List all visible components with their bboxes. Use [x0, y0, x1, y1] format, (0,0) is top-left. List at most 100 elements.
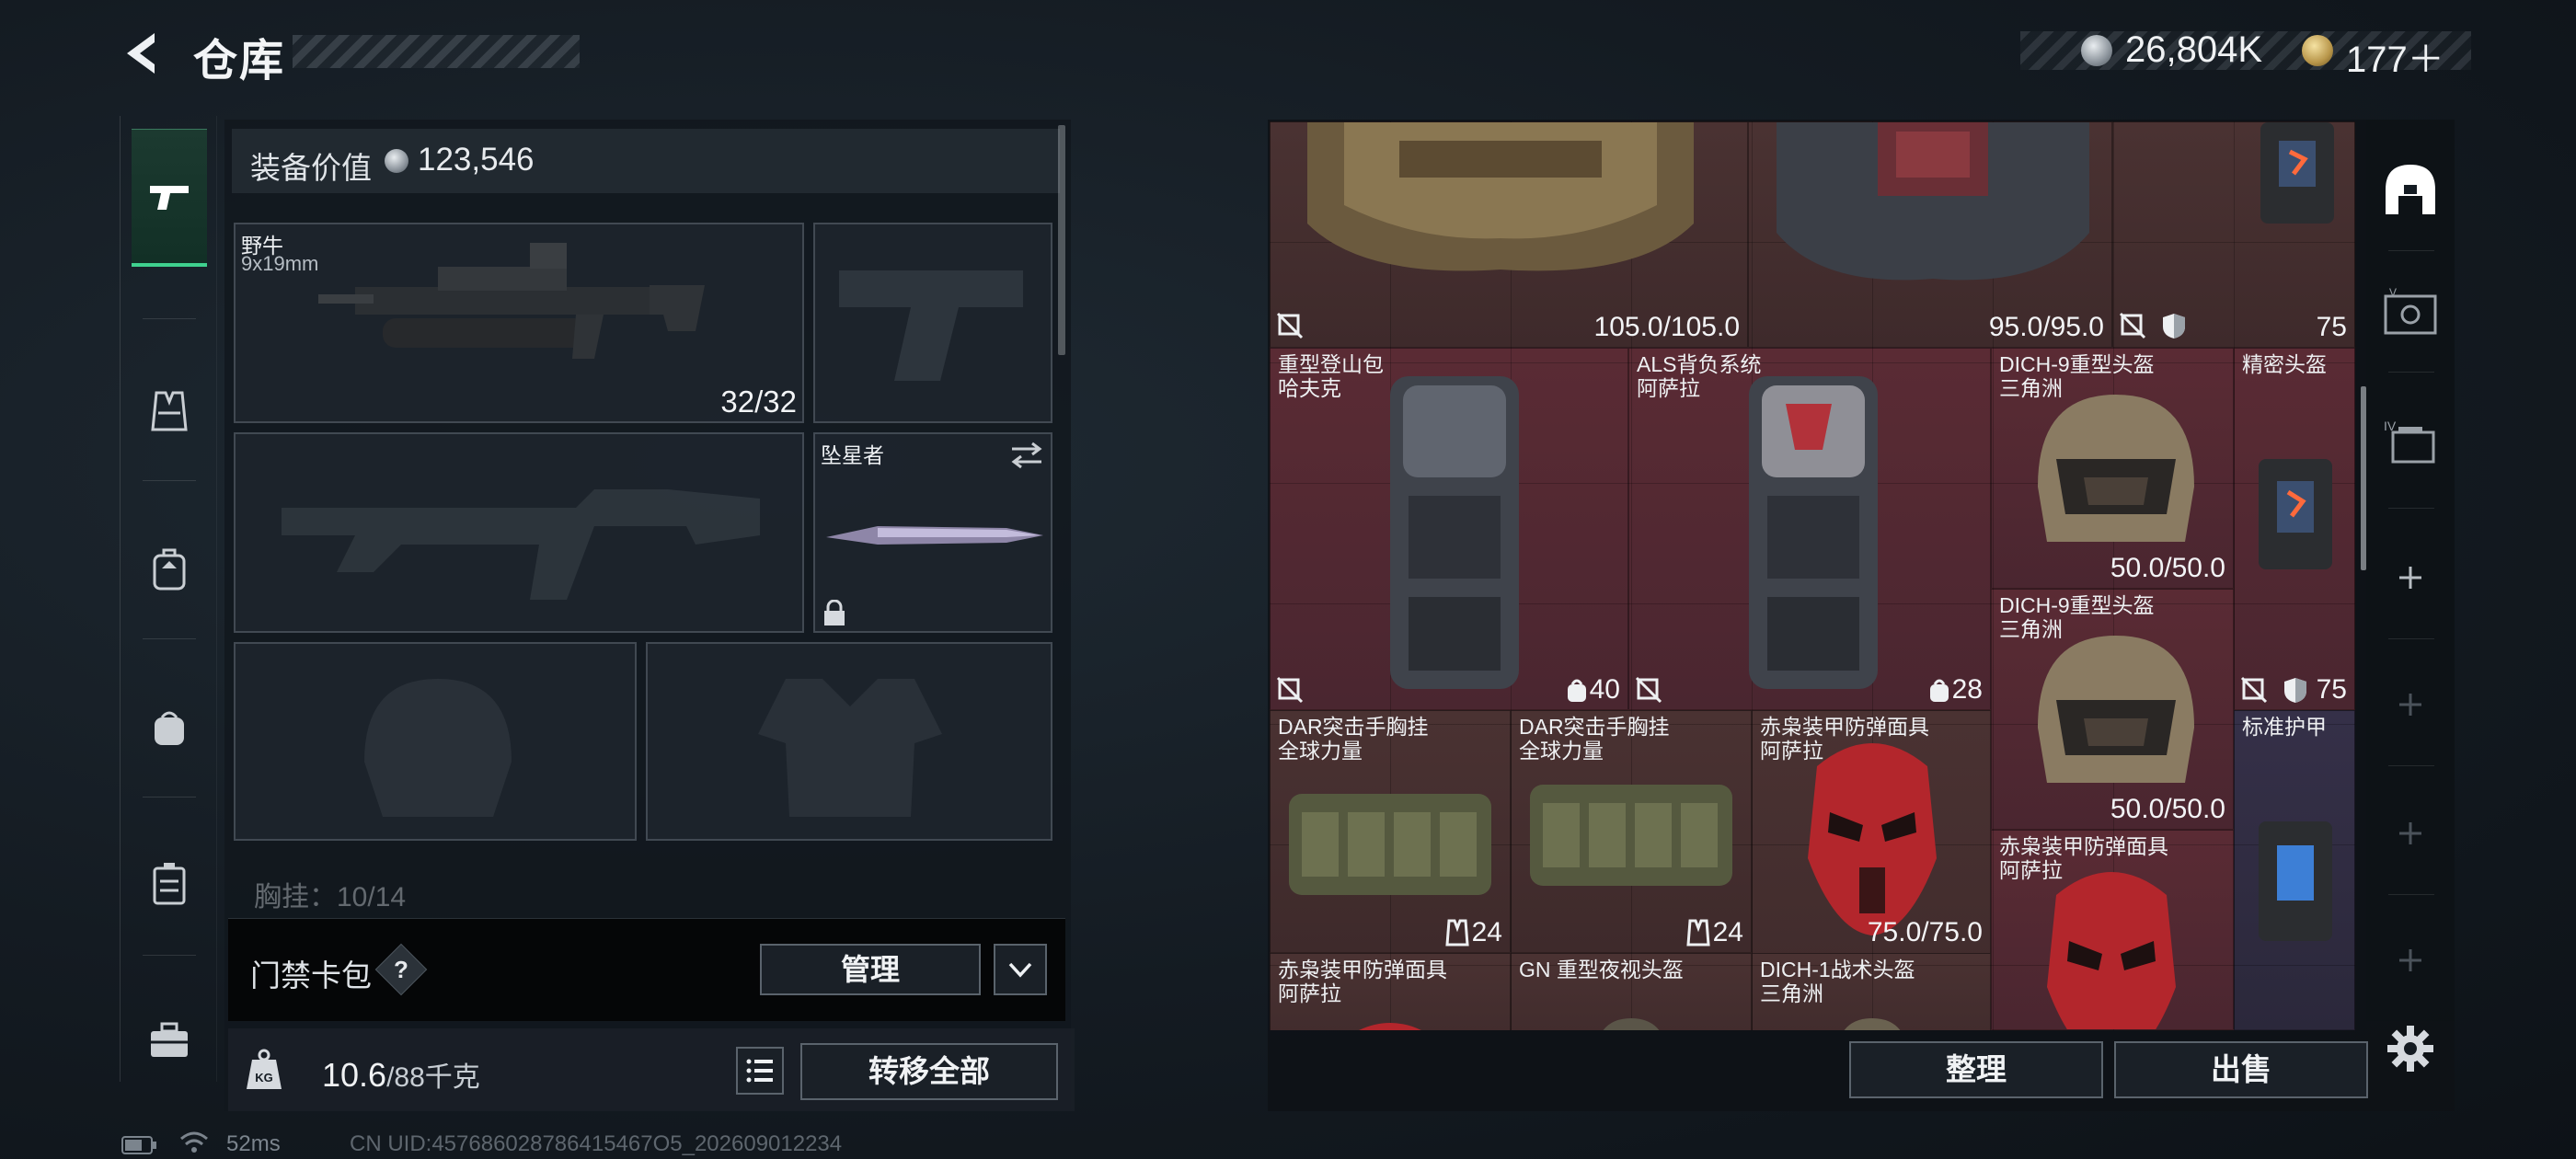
item-maker: 阿萨拉	[1637, 376, 1700, 400]
rail-item-weapons[interactable]	[132, 129, 207, 267]
money-value: 26,804K	[2125, 29, 2263, 70]
settings-button[interactable]	[2379, 1017, 2442, 1080]
stash-item-armor-b[interactable]: 95.0/95.0	[1748, 121, 2112, 348]
case-icon	[153, 863, 186, 905]
helmet-tactical-icon	[1844, 1018, 1901, 1030]
armor-slot[interactable]	[646, 642, 1052, 841]
manage-dropdown-button[interactable]	[994, 944, 1047, 995]
item-name: DICH-9重型头盔	[1999, 352, 2155, 376]
hafu-coin-icon	[385, 149, 408, 173]
stash-item-mask-3[interactable]: 赤枭装甲防弹面具 阿萨拉	[1270, 953, 1511, 1030]
stash-item-armor-a[interactable]: 105.0/105.0	[1270, 121, 1748, 348]
armor-silhouette-icon	[758, 679, 942, 817]
storage-tab-main[interactable]	[2379, 158, 2442, 221]
item-durability: 95.0/95.0	[1988, 312, 2104, 342]
storage-tab-transfer[interactable]: V	[2379, 281, 2442, 344]
shield-icon	[2284, 678, 2306, 703]
item-capacity: 28	[1951, 674, 1983, 705]
add-storage-button[interactable]	[2379, 802, 2442, 865]
item-capacity: 24	[1471, 917, 1502, 947]
briefcase-icon	[151, 1022, 188, 1057]
transfer-all-button[interactable]: 转移全部	[800, 1043, 1058, 1100]
stash-item-armor-std[interactable]: 标准护甲	[2234, 710, 2355, 1030]
vest-capacity-icon	[1445, 919, 1469, 947]
chest-rig-green-icon	[1530, 785, 1732, 886]
stash-item-nvg-helmet[interactable]: GN 重型夜视头盔	[1511, 953, 1752, 1030]
item-name: GN 重型夜视头盔	[1519, 958, 1684, 981]
stash-item-helmet-2[interactable]: DICH-9重型头盔 三角洲 50.0/50.0	[1991, 589, 2234, 830]
stash-item-tactical-helmet[interactable]: DICH-1战术头盔 三角洲	[1752, 953, 1991, 1030]
list-view-button[interactable]	[736, 1047, 784, 1095]
stash-grid[interactable]: 105.0/105.0 95.0/95.0 75 重型登山包 哈夫克 40 AL…	[1270, 121, 2355, 1030]
svg-text:V: V	[2389, 287, 2397, 299]
item-name: 重型登山包	[1278, 352, 1384, 376]
weight-current: 10.6	[322, 1056, 387, 1094]
bag-icon	[155, 711, 184, 745]
item-name: 赤枭装甲防弹面具	[1999, 834, 2168, 858]
plus-icon	[2399, 694, 2421, 716]
rail-item-chest-rig[interactable]	[132, 342, 207, 480]
no-insure-icon	[2240, 676, 2268, 704]
back-button[interactable]	[118, 26, 173, 81]
stash-item-backpack-2[interactable]: ALS背负系统 阿萨拉 28	[1628, 348, 1991, 710]
backpack-icon	[153, 548, 186, 591]
rail-item-pouch[interactable]	[132, 815, 207, 953]
stash-item-rig-2[interactable]: DAR突击手胸挂 全球力量 24	[1511, 710, 1752, 953]
stash-item-backpack-1[interactable]: 重型登山包 哈夫克 40	[1270, 348, 1628, 710]
equip-value-label: 装备价值	[250, 151, 372, 185]
add-storage-button[interactable]	[2379, 673, 2442, 736]
plus-icon	[2399, 822, 2421, 844]
item-capacity: 24	[1712, 917, 1743, 947]
manage-button[interactable]: 管理	[760, 944, 981, 995]
item-maker: 哈夫克	[1278, 376, 1341, 400]
category-rail	[120, 116, 217, 1082]
add-storage-button[interactable]	[2379, 546, 2442, 609]
help-mark: ?	[394, 956, 408, 983]
loadout-scrollbar[interactable]	[1058, 125, 1065, 355]
primary-weapon-slot[interactable]: 野牛 9x19mm 32/32	[234, 223, 804, 423]
chest-rig-green-icon	[1289, 794, 1491, 895]
stash-item-helmet-precise[interactable]: 精密头盔 75	[2234, 348, 2355, 710]
chest-rig-capacity: 胸挂：10/14	[254, 882, 407, 912]
swap-arrows-icon[interactable]	[1008, 440, 1045, 471]
backpack-grey-icon	[1390, 376, 1519, 689]
red-mask-icon	[2047, 872, 2176, 1029]
stash-item-mask-2[interactable]: 赤枭装甲防弹面具 阿萨拉	[1991, 830, 2234, 1030]
stash-item-helmet-1[interactable]: DICH-9重型头盔 三角洲 50.0/50.0	[1991, 348, 2234, 589]
helmet-slot[interactable]	[234, 642, 637, 841]
melee-slot[interactable]: 坠星者	[813, 432, 1052, 633]
ping-value: 52ms	[226, 1131, 281, 1156]
battery-icon	[121, 1136, 156, 1154]
pistol-slot[interactable]	[813, 223, 1052, 423]
equip-value: 123,546	[418, 142, 535, 178]
stash-item-armor-c[interactable]: 75	[2112, 121, 2355, 348]
back-arrow-icon	[127, 33, 155, 74]
capacity-bag-icon	[1568, 679, 1586, 702]
hafu-coin-icon	[2081, 35, 2112, 66]
gear-icon	[2387, 1026, 2433, 1072]
rail-item-safe-box[interactable]	[132, 971, 207, 1109]
stash-item-rig-1[interactable]: DAR突击手胸挂 全球力量 24	[1270, 710, 1511, 953]
no-insure-icon	[2119, 312, 2146, 339]
add-storage-button[interactable]	[2379, 929, 2442, 992]
rail-item-armor[interactable]	[132, 500, 207, 638]
sort-button[interactable]: 整理	[1849, 1041, 2103, 1098]
armor-vest-grey-icon	[1777, 122, 2089, 281]
storage-tab-iv[interactable]: IV	[2379, 410, 2442, 473]
item-maker: 阿萨拉	[1760, 739, 1823, 763]
item-maker: 阿萨拉	[1999, 858, 2063, 882]
mask-device-icon	[2259, 821, 2332, 941]
sell-button[interactable]: 出售	[2114, 1041, 2368, 1098]
item-durability: 50.0/50.0	[2110, 553, 2225, 583]
item-name: DICH-9重型头盔	[1999, 593, 2155, 617]
secondary-weapon-slot[interactable]	[234, 432, 804, 633]
item-maker: 三角洲	[1760, 981, 1823, 1005]
triangle-coin-icon	[2302, 35, 2333, 66]
item-maker: 阿萨拉	[1278, 981, 1341, 1005]
no-insure-icon	[1276, 676, 1304, 704]
tokens-value[interactable]: 177＋	[2346, 29, 2444, 83]
svg-text:KG: KG	[255, 1071, 273, 1084]
lock-icon	[824, 600, 845, 625]
rail-item-backpack[interactable]	[132, 659, 207, 797]
armor-vest-tan-icon	[1307, 122, 1694, 271]
